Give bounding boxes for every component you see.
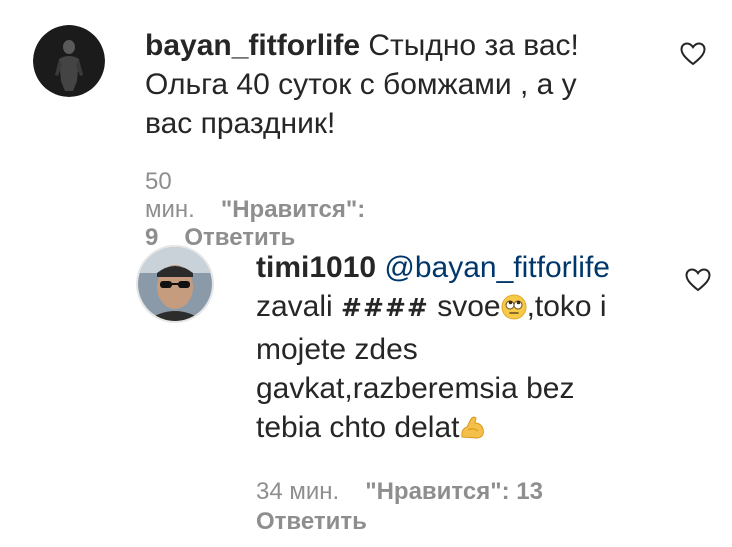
comment-text-line: gavkat,razberemsia bez [256, 372, 575, 405]
flexed-biceps-emoji [459, 412, 487, 451]
comment-text: svoe [437, 290, 501, 323]
likes-count[interactable]: "Нравится": 13 [365, 478, 543, 505]
comment-text-line: Стыдно за вас! [368, 29, 579, 62]
censored-text: #### [341, 293, 429, 322]
like-button-bayan[interactable] [680, 42, 706, 66]
mention-link[interactable]: @bayan_fitforlife [384, 251, 610, 284]
like-button-timi[interactable] [685, 268, 711, 292]
comment-text: ,toko i [526, 290, 607, 323]
timestamp[interactable]: 50 мин. [145, 168, 195, 223]
comment-meta-bayan: 50 мин. "Нравится": 9 Ответить [145, 168, 365, 252]
comment-meta-timi: 34 мин. "Нравится": 13 Ответить [256, 477, 706, 537]
comment-body-timi: timi1010 @bayan_fitforlife zavali #### s… [256, 248, 696, 451]
comment-text: zavali [256, 290, 333, 323]
username-bayan[interactable]: bayan_fitforlife [145, 29, 360, 62]
profile-photo-icon [33, 25, 105, 97]
avatar-bayan[interactable] [33, 25, 105, 97]
comment-body-bayan: bayan_fitforlife Стыдно за вас! Ольга 40… [145, 26, 665, 143]
comment-text-line: Ольга 40 суток с бомжами , а у [145, 68, 577, 101]
heart-outline-icon [680, 42, 706, 66]
reply-button[interactable]: Ответить [256, 508, 367, 535]
avatar-timi[interactable] [136, 245, 214, 323]
reply-button[interactable]: Ответить [184, 224, 295, 251]
rolling-eyes-emoji [501, 291, 527, 330]
timestamp[interactable]: 34 мин. [256, 478, 339, 505]
username-timi[interactable]: timi1010 [256, 251, 376, 284]
comment-text: tebia chto delat [256, 411, 460, 444]
comment-text-line: вас праздник! [145, 107, 336, 140]
profile-photo-icon [138, 247, 212, 321]
heart-outline-icon [685, 268, 711, 292]
comment-text-line: mojete zdes [256, 333, 418, 366]
